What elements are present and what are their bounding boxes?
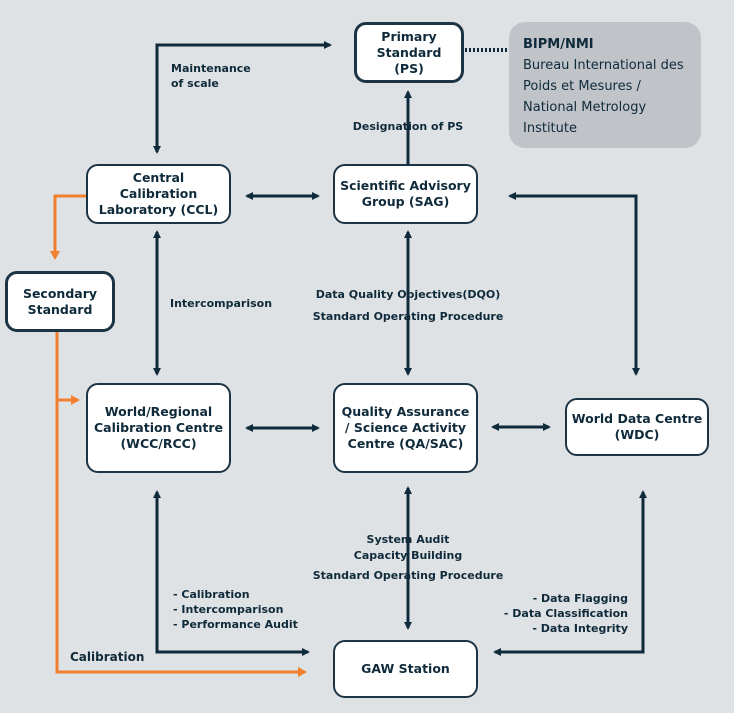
label-capacity-building: Capacity Building	[353, 549, 463, 562]
label-designation: Designation of PS	[352, 120, 464, 133]
node-label: Central Calibration Laboratory (CCL)	[98, 170, 219, 217]
list-item: - Data Flagging	[532, 592, 628, 605]
node-ccl: Central Calibration Laboratory (CCL)	[86, 164, 231, 224]
node-sag: Scientific Advisory Group (SAG)	[333, 164, 478, 224]
list-item: - Intercomparison	[173, 603, 284, 616]
node-wcc: World/Regional Calibration Centre (WCC/R…	[86, 383, 231, 473]
arrow-wdc-sag	[508, 192, 640, 376]
node-primary-standard: Primary Standard (PS)	[354, 22, 464, 83]
label-dqo: Data Quality Objectives(DQO)	[315, 288, 501, 301]
bipm-title: BIPM/NMI	[523, 37, 594, 52]
label-calibration: Calibration	[70, 650, 145, 664]
label-maintenance: Maintenance of scale	[171, 62, 251, 90]
node-gaw: GAW Station	[333, 640, 478, 698]
node-label: Primary Standard (PS)	[376, 28, 442, 76]
label-system-audit: System Audit	[366, 533, 450, 546]
node-label: Quality Assurance / Science Activity Cen…	[341, 404, 470, 451]
label-wcc-gaw-list: - Calibration - Intercomparison - Perfor…	[173, 587, 298, 632]
node-label: Secondary Standard	[22, 285, 98, 317]
label-intercomparison: Intercomparison	[170, 297, 273, 310]
node-label: Scientific Advisory Group (SAG)	[340, 178, 471, 209]
node-label: World/Regional Calibration Centre (WCC/R…	[94, 404, 223, 451]
label-sop: Standard Operating Procedure	[312, 569, 504, 582]
node-label: World Data Centre (WDC)	[571, 411, 703, 442]
label-wdc-gaw-list: - Data Flagging - Data Classification - …	[504, 591, 628, 636]
bipm-note: BIPM/NMI Bureau International des Poids e…	[509, 22, 701, 148]
node-secondary-standard: Secondary Standard	[5, 271, 115, 332]
list-item: - Data Classification	[503, 607, 628, 620]
node-qa: Quality Assurance / Science Activity Cen…	[333, 383, 478, 473]
arrow-ccl-secondary	[50, 194, 86, 260]
label-sop: Standard Operating Procedure	[312, 310, 504, 323]
node-wdc: World Data Centre (WDC)	[565, 398, 709, 456]
gaw-diagram: Primary Standard (PS) BIPM/NMI Bureau Int…	[0, 0, 734, 713]
bipm-text: Bureau International des Poids et Mesure…	[523, 58, 684, 136]
list-item: - Performance Audit	[173, 618, 298, 631]
node-label: GAW Station	[361, 661, 450, 676]
list-item: - Calibration	[173, 588, 250, 601]
list-item: - Data Integrity	[532, 622, 628, 635]
